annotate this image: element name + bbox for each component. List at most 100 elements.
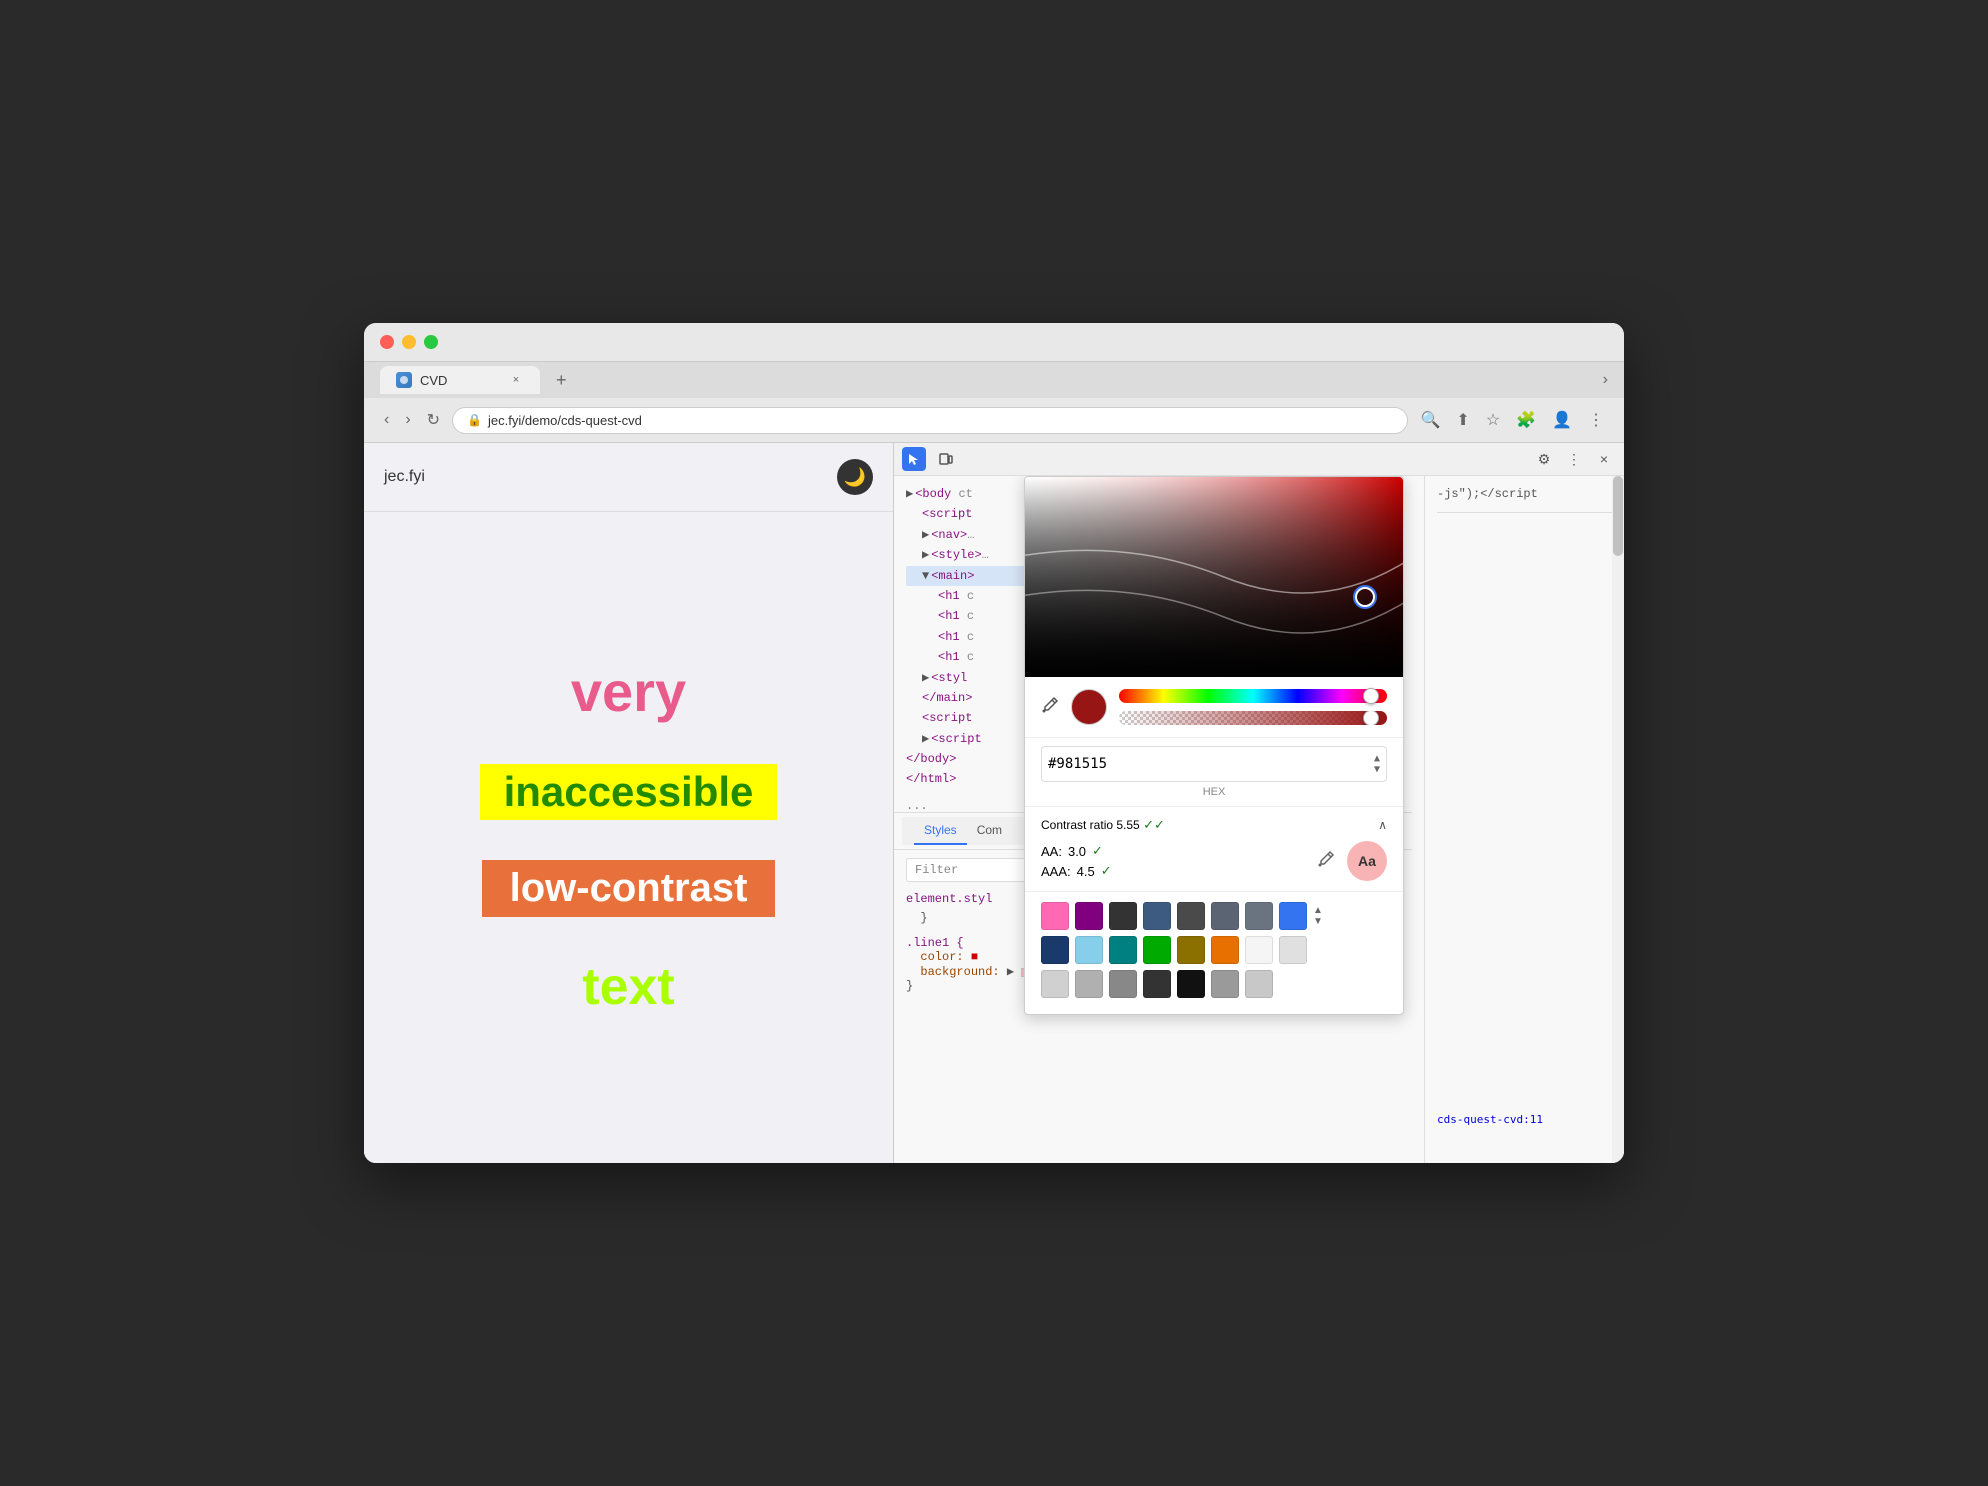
swatch-orange[interactable] — [1211, 936, 1239, 964]
bookmark-icon[interactable]: ☆ — [1482, 406, 1504, 434]
color-gradient[interactable] — [1025, 477, 1403, 677]
devtools-scrollbar[interactable] — [1612, 476, 1624, 1163]
word-inaccessible-container: inaccessible — [480, 764, 778, 820]
extensions-icon[interactable]: 🧩 — [1512, 406, 1540, 434]
script-text: -js");</script — [1437, 487, 1538, 501]
swatch-gray[interactable] — [1245, 902, 1273, 930]
swatch-teal[interactable] — [1109, 936, 1137, 964]
maximize-button[interactable] — [424, 335, 438, 349]
cursor-tool[interactable] — [902, 447, 926, 471]
hue-slider[interactable] — [1119, 689, 1387, 703]
swatch-green[interactable] — [1143, 936, 1171, 964]
address-actions: 🔍 ⬆ ☆ 🧩 👤 ⋮ — [1416, 406, 1608, 434]
browser-content: jec.fyi 🌙 very inaccessible low-contrast… — [364, 443, 1624, 1163]
swatch-slategray[interactable] — [1211, 902, 1239, 930]
aa-preview-text: Aa — [1358, 853, 1376, 869]
right-code: -js");</script — [1437, 484, 1612, 504]
page-header: jec.fyi 🌙 — [364, 443, 893, 512]
swatch-darkyellow[interactable] — [1177, 936, 1205, 964]
contrast-collapse-button[interactable]: ∧ — [1378, 818, 1387, 832]
mac-window: CVD × + › ‹ › ↻ 🔒 jec.fyi/demo/cds-quest… — [364, 323, 1624, 1163]
swatch-darkgray1[interactable] — [1109, 902, 1137, 930]
close-button[interactable] — [380, 335, 394, 349]
swatch-gray3[interactable] — [1211, 970, 1239, 998]
file-reference: cds-quest-cvd:11 — [1437, 1113, 1612, 1126]
contrast-eyedropper-button[interactable] — [1317, 850, 1335, 873]
tab-close-button[interactable]: × — [508, 372, 524, 388]
alpha-overlay — [1119, 711, 1387, 725]
swatch-lightgray[interactable] — [1279, 936, 1307, 964]
swatch-nearblack[interactable] — [1177, 970, 1205, 998]
tab-title: CVD — [420, 373, 447, 388]
hue-slider-thumb[interactable] — [1363, 688, 1379, 704]
close-devtools-button[interactable]: × — [1592, 447, 1616, 471]
page-area: jec.fyi 🌙 very inaccessible low-contrast… — [364, 443, 894, 1163]
profile-icon[interactable]: 👤 — [1548, 406, 1576, 434]
style-prop-color: color: — [920, 950, 963, 964]
minimize-button[interactable] — [402, 335, 416, 349]
current-color-swatch[interactable] — [1071, 689, 1107, 725]
tab-list-button[interactable]: › — [1603, 371, 1608, 389]
swatch-pink[interactable] — [1041, 902, 1069, 930]
forward-button[interactable]: › — [401, 407, 414, 433]
swatch-skyblue[interactable] — [1075, 936, 1103, 964]
dark-mode-toggle[interactable]: 🌙 — [837, 459, 873, 495]
site-title: jec.fyi — [384, 468, 425, 486]
settings-icon[interactable]: ⚙ — [1532, 447, 1556, 471]
browser-tab-cvd[interactable]: CVD × — [380, 366, 540, 394]
swatch-lightgray2[interactable] — [1245, 970, 1273, 998]
hex-label: HEX — [1203, 786, 1226, 798]
hex-input[interactable]: #981515 ▲ ▼ — [1041, 746, 1387, 782]
lock-icon: 🔒 — [467, 413, 482, 427]
swatch-darkgray2[interactable] — [1177, 902, 1205, 930]
more-options-icon[interactable]: ⋮ — [1562, 447, 1586, 471]
aa-check-icon: ✓ — [1092, 843, 1103, 859]
color-swatches-section: ▲ ▼ — [1025, 892, 1403, 1014]
word-very: very — [571, 659, 686, 724]
eyedropper-button[interactable] — [1041, 696, 1059, 719]
dots-menu[interactable]: ... — [906, 798, 928, 812]
swatch-row-3 — [1041, 970, 1387, 998]
hex-arrows[interactable]: ▲ ▼ — [1374, 753, 1380, 775]
color-picker-popup: #981515 ▲ ▼ HEX Contrast ratio — [1024, 476, 1404, 1015]
gradient-curves — [1025, 477, 1403, 677]
back-button[interactable]: ‹ — [380, 407, 393, 433]
aa-value: 3.0 — [1068, 844, 1086, 859]
contrast-title: Contrast ratio 5.55 ✓✓ — [1041, 817, 1165, 833]
devtools-close-area: ⚙ ⋮ × — [1532, 447, 1616, 471]
swatch-gray2[interactable] — [1075, 970, 1103, 998]
refresh-button[interactable]: ↻ — [423, 406, 444, 434]
address-input[interactable]: 🔒 jec.fyi/demo/cds-quest-cvd — [452, 407, 1408, 434]
swatch-steelblue[interactable] — [1143, 902, 1171, 930]
swatch-purple[interactable] — [1075, 902, 1103, 930]
filter-placeholder: Filter — [915, 863, 958, 877]
device-emulation-tool[interactable] — [934, 447, 958, 471]
right-code-column: -js");</script cds-quest-cvd:11 — [1424, 476, 1624, 1163]
devtools-tools — [902, 447, 958, 471]
tab-styles[interactable]: Styles — [914, 817, 967, 845]
swatch-row-1: ▲ ▼ — [1041, 902, 1387, 930]
tab-bar: CVD × + › — [364, 362, 1624, 398]
swatch-gray1[interactable] — [1041, 970, 1069, 998]
share-icon[interactable]: ⬆ — [1452, 406, 1473, 434]
more-button[interactable]: ⋮ — [1584, 406, 1608, 434]
alpha-slider-thumb[interactable] — [1363, 711, 1379, 725]
swatch-blue[interactable] — [1279, 902, 1307, 930]
swatch-darkblue[interactable] — [1041, 936, 1069, 964]
double-check-icon: ✓✓ — [1143, 817, 1165, 832]
traffic-lights — [380, 335, 438, 349]
tab-computed[interactable]: Com — [967, 817, 1012, 845]
devtools-toolbar: ⚙ ⋮ × — [894, 443, 1624, 476]
tab-favicon — [396, 372, 412, 388]
url-text: jec.fyi/demo/cds-quest-cvd — [488, 413, 642, 428]
new-tab-button[interactable]: + — [548, 366, 575, 395]
scrollbar-thumb[interactable] — [1613, 476, 1623, 556]
search-icon[interactable]: 🔍 — [1416, 406, 1444, 434]
color-picker-cursor[interactable] — [1355, 587, 1375, 607]
swatch-darkgray3[interactable] — [1143, 970, 1171, 998]
alpha-slider[interactable] — [1119, 711, 1387, 725]
swatch-nearwhite[interactable] — [1245, 936, 1273, 964]
aa-row: AA: 3.0 ✓ — [1041, 843, 1112, 859]
swatch-midgray[interactable] — [1109, 970, 1137, 998]
swatches-scroll[interactable]: ▲ ▼ — [1313, 905, 1323, 927]
